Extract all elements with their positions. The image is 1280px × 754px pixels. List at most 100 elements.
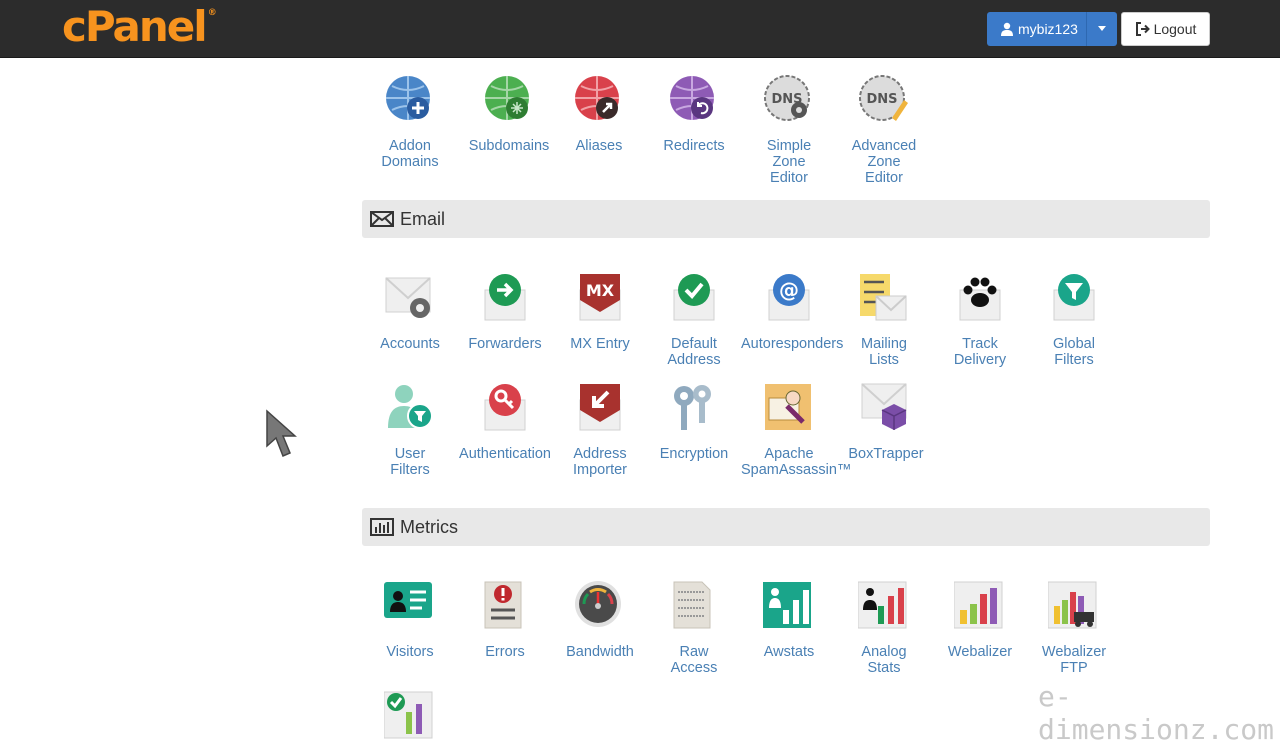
tile-raw-access[interactable]: Raw Access	[646, 580, 742, 676]
logout-icon	[1135, 22, 1150, 36]
tile-mailing-lists[interactable]: Mailing Lists	[836, 272, 932, 368]
tile-default-address[interactable]: Default Address	[646, 272, 742, 368]
tile-address-importer[interactable]: Address Importer	[552, 382, 648, 478]
envelope-mx-icon: MX	[579, 274, 621, 321]
tile-user-filters[interactable]: User Filters	[362, 382, 458, 478]
tile-label: Errors	[485, 644, 525, 660]
envelope-arrow-icon	[484, 274, 526, 321]
tile-label: Authentication	[459, 446, 551, 462]
envelope-icon	[370, 211, 394, 227]
analog-stats-icon	[858, 581, 907, 629]
check-stats-icon	[384, 691, 433, 739]
top-bar: cPanel ® mybiz123 Logout	[0, 0, 1280, 58]
tile-bandwidth[interactable]: Bandwidth	[552, 580, 648, 660]
user-filter-icon	[388, 385, 433, 429]
tile-subdomains[interactable]: Subdomains	[461, 74, 557, 154]
section-header-metrics[interactable]: Metrics	[362, 508, 1210, 546]
tile-forwarders[interactable]: Forwarders	[457, 272, 553, 352]
tile-encryption[interactable]: Encryption	[646, 382, 742, 462]
tile-label: Subdomains	[468, 138, 550, 154]
globe-arrow-icon	[575, 76, 619, 120]
envelope-cube-icon	[861, 383, 907, 430]
envelope-import-icon	[579, 384, 621, 431]
dns-pencil-icon: DNS	[859, 75, 908, 121]
tile-errors[interactable]: Errors	[457, 580, 553, 660]
envelope-gear-icon	[385, 277, 431, 318]
envelope-check-icon	[673, 274, 715, 321]
error-document-icon	[484, 581, 522, 629]
globe-network-icon	[485, 76, 529, 120]
bar-chart-icon	[370, 518, 394, 536]
tile-label: Track Delivery	[953, 336, 1007, 368]
tile-label: Addon Domains	[381, 138, 439, 170]
webalizer-ftp-icon	[1048, 581, 1097, 629]
user-menu-caret[interactable]	[1087, 26, 1117, 32]
tile-advanced-zone-editor[interactable]: DNS Advanced Zone Editor	[836, 74, 932, 186]
tile-autoresponders[interactable]: @ Autoresponders	[741, 272, 844, 352]
tile-label: Aliases	[575, 138, 623, 154]
tile-label: Address Importer	[573, 446, 627, 478]
envelope-at-icon: @	[768, 274, 810, 321]
tile-label: Forwarders	[468, 336, 542, 352]
tile-label: Autoresponders	[741, 336, 844, 352]
user-icon	[1001, 22, 1013, 36]
tile-label: Apache SpamAssassin™	[741, 446, 852, 478]
raw-log-icon	[673, 581, 711, 629]
svg-text:@: @	[779, 278, 799, 302]
tile-authentication[interactable]: Authentication	[457, 382, 553, 462]
tile-webalizer-ftp[interactable]: Webalizer FTP	[1026, 580, 1122, 676]
tile-aliases[interactable]: Aliases	[551, 74, 647, 154]
cpanel-logo[interactable]: cPanel ®	[62, 2, 217, 51]
mouse-cursor-icon	[266, 409, 297, 457]
envelope-filter-icon	[1053, 274, 1095, 321]
section-title: Metrics	[400, 516, 458, 537]
tile-label: Accounts	[380, 336, 440, 352]
tile-label: Mailing Lists	[861, 336, 907, 368]
gauge-icon	[575, 581, 621, 627]
user-menu-main[interactable]: mybiz123	[987, 12, 1087, 46]
tile-label: Redirects	[663, 138, 725, 154]
tile-label: Global Filters	[1053, 336, 1095, 368]
caret-down-icon	[1098, 26, 1106, 31]
envelope-key-icon	[484, 384, 526, 431]
tile-global-filters[interactable]: Global Filters	[1026, 272, 1122, 368]
tile-spamassassin[interactable]: Apache SpamAssassin™	[741, 382, 852, 478]
tile-label: User Filters	[390, 446, 430, 478]
username-label: mybiz123	[1018, 21, 1078, 37]
tile-boxtrapper[interactable]: BoxTrapper	[838, 382, 934, 462]
tile-email-accounts[interactable]: Accounts	[362, 272, 458, 352]
tile-label: Webalizer FTP	[1041, 644, 1107, 676]
spamassassin-icon	[765, 384, 811, 430]
tile-mx-entry[interactable]: MX MX Entry	[552, 272, 648, 352]
tile-visitors[interactable]: Visitors	[362, 580, 458, 660]
svg-text:MX: MX	[586, 281, 615, 300]
tile-partial[interactable]	[362, 690, 458, 754]
tile-webalizer[interactable]: Webalizer	[932, 580, 1028, 660]
tile-label: Analog Stats	[861, 644, 907, 676]
visitor-card-icon	[384, 582, 432, 618]
tile-label: Visitors	[386, 644, 434, 660]
logout-button[interactable]: Logout	[1121, 12, 1210, 46]
tile-analog-stats[interactable]: Analog Stats	[836, 580, 932, 676]
tile-track-delivery[interactable]: Track Delivery	[932, 272, 1028, 368]
tile-label: MX Entry	[570, 336, 630, 352]
keys-icon	[674, 385, 711, 430]
globe-return-icon	[670, 76, 714, 120]
section-title: Email	[400, 208, 446, 229]
tile-redirects[interactable]: Redirects	[646, 74, 742, 154]
tile-label: BoxTrapper	[848, 446, 924, 462]
tile-awstats[interactable]: Awstats	[741, 580, 837, 660]
awstats-icon	[763, 582, 811, 628]
globe-plus-icon	[386, 76, 430, 120]
tile-label: Awstats	[763, 644, 815, 660]
svg-text:DNS: DNS	[866, 92, 897, 107]
tile-simple-zone-editor[interactable]: DNS Simple Zone Editor	[741, 74, 837, 186]
user-menu-button[interactable]: mybiz123	[987, 12, 1117, 46]
tile-label: Webalizer	[947, 644, 1013, 660]
tile-label: Encryption	[659, 446, 729, 462]
dns-gear-icon: DNS	[764, 75, 810, 121]
webalizer-icon	[954, 581, 1003, 629]
section-header-email[interactable]: Email	[362, 200, 1210, 238]
tile-addon-domains[interactable]: Addon Domains	[362, 74, 458, 170]
tile-label: Bandwidth	[566, 644, 634, 660]
